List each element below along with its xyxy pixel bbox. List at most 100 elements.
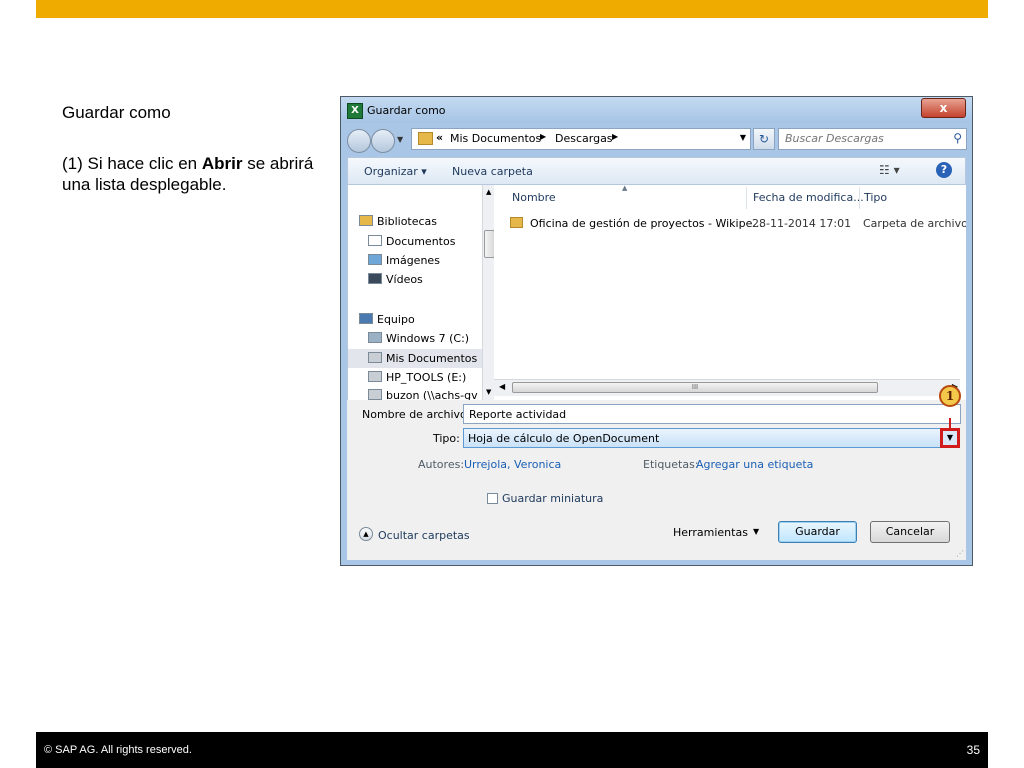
forward-button[interactable] bbox=[371, 129, 395, 153]
command-toolbar: Organizar ▾ Nueva carpeta ☷ ▾ ? bbox=[347, 157, 966, 185]
scroll-thumb[interactable]: III bbox=[512, 382, 878, 393]
search-icon[interactable]: ⚲ bbox=[953, 131, 962, 145]
video-icon bbox=[368, 273, 382, 284]
address-dropdown-icon[interactable]: ▼ bbox=[740, 133, 746, 142]
column-divider[interactable] bbox=[746, 187, 747, 209]
organize-button[interactable]: Organizar ▾ bbox=[364, 165, 427, 178]
folder-icon bbox=[418, 132, 433, 145]
step-callout-badge: 1 bbox=[939, 385, 961, 407]
copyright-text: © SAP AG. All rights reserved. bbox=[44, 744, 192, 756]
search-input[interactable] bbox=[779, 129, 945, 147]
address-bar[interactable]: « Mis Documentos ▶ Descargas ▶ ▼ bbox=[411, 128, 751, 150]
refresh-icon[interactable]: ↻ bbox=[753, 128, 775, 150]
address-row: ▼ « Mis Documentos ▶ Descargas ▶ ▼ ↻ ⚲ bbox=[341, 123, 972, 153]
filename-label: Nombre de archivo: bbox=[362, 408, 471, 421]
hide-folders-button[interactable]: Ocultar carpetas bbox=[378, 529, 470, 542]
note-prefix: (1) Si hace clic en bbox=[62, 154, 202, 173]
authors-label: Autores: bbox=[418, 458, 465, 471]
breadcrumb-descargas[interactable]: Descargas bbox=[555, 132, 613, 145]
nav-item-drive-c[interactable]: Windows 7 (C:) bbox=[368, 332, 469, 345]
document-icon bbox=[368, 235, 382, 246]
scroll-left-icon[interactable]: ◀ bbox=[499, 382, 505, 391]
pictures-icon bbox=[368, 254, 382, 265]
tags-add-link[interactable]: Agregar una etiqueta bbox=[696, 458, 813, 471]
network-drive-icon bbox=[368, 389, 382, 400]
nav-label: Imágenes bbox=[386, 254, 440, 267]
nav-item-images[interactable]: Imágenes bbox=[368, 254, 440, 267]
recent-pages-chevron-icon[interactable]: ▼ bbox=[397, 135, 403, 144]
nav-label: Bibliotecas bbox=[377, 215, 438, 228]
save-as-dialog: X Guardar como x ▼ « Mis Documentos ▶ De… bbox=[340, 96, 973, 566]
slide-title: Guardar como bbox=[62, 103, 171, 122]
filename-field[interactable] bbox=[463, 404, 961, 424]
excel-icon: X bbox=[347, 103, 363, 119]
change-view-button[interactable]: ☷ ▾ bbox=[879, 163, 900, 177]
nav-label: Documentos bbox=[386, 235, 456, 248]
nav-item-network[interactable]: buzon (\\achs-gv bbox=[368, 389, 478, 400]
drive-icon bbox=[368, 352, 382, 363]
tools-dropdown-icon[interactable]: ▼ bbox=[753, 527, 759, 536]
authors-value[interactable]: Urrejola, Veronica bbox=[464, 458, 561, 471]
horizontal-scrollbar[interactable]: ◀ III ▶ bbox=[494, 379, 960, 396]
file-type: Carpeta de archivos bbox=[863, 217, 966, 230]
thumbnail-checkbox[interactable] bbox=[487, 493, 498, 504]
back-button[interactable] bbox=[347, 129, 371, 153]
folder-icon bbox=[510, 217, 523, 228]
note-bold: Abrir bbox=[201, 154, 243, 173]
nav-vertical-scrollbar[interactable]: ▲ ▼ bbox=[482, 185, 494, 400]
thumbnail-label[interactable]: Guardar miniatura bbox=[502, 492, 603, 505]
tags-label: Etiquetas: bbox=[643, 458, 699, 471]
resize-grip-icon[interactable]: ⋰ bbox=[956, 549, 964, 558]
breadcrumb-mis-documentos[interactable]: Mis Documentos bbox=[450, 132, 541, 145]
scroll-down-icon[interactable]: ▼ bbox=[486, 388, 491, 396]
save-form: Nombre de archivo: Tipo: Hoja de cálculo… bbox=[347, 385, 966, 560]
sort-ascending-icon: ▲ bbox=[622, 185, 628, 192]
callout-connector bbox=[949, 418, 951, 428]
nav-item-documents[interactable]: Documentos bbox=[368, 235, 455, 248]
chevron-right-icon[interactable]: ▶ bbox=[540, 132, 546, 141]
computer-icon bbox=[359, 313, 373, 324]
nav-label: Equipo bbox=[377, 313, 415, 326]
dialog-title: Guardar como bbox=[367, 104, 446, 117]
nav-item-videos[interactable]: Vídeos bbox=[368, 273, 423, 286]
filename-input[interactable] bbox=[464, 405, 909, 423]
file-type-select[interactable]: Hoja de cálculo de OpenDocument bbox=[463, 428, 943, 448]
save-button[interactable]: Guardar bbox=[778, 521, 857, 543]
top-accent-bar bbox=[36, 0, 988, 18]
drive-icon bbox=[368, 332, 382, 343]
nav-label: HP_TOOLS (E:) bbox=[386, 371, 467, 384]
search-box[interactable]: ⚲ bbox=[778, 128, 967, 150]
column-header-type[interactable]: Tipo bbox=[864, 191, 887, 204]
file-list: ▲ Nombre Fecha de modifica... Tipo Ofici… bbox=[494, 185, 966, 400]
dialog-titlebar: X Guardar como x bbox=[341, 97, 972, 123]
nav-item-computer[interactable]: Equipo bbox=[359, 313, 415, 326]
file-row[interactable]: Oficina de gestión de proyectos - Wikipe… bbox=[510, 215, 966, 233]
cancel-button[interactable]: Cancelar bbox=[870, 521, 950, 543]
new-folder-button[interactable]: Nueva carpeta bbox=[452, 165, 533, 178]
close-button[interactable]: x bbox=[921, 98, 966, 118]
file-type-dropdown-arrow-icon[interactable]: ▼ bbox=[940, 428, 960, 448]
type-label: Tipo: bbox=[433, 432, 460, 445]
column-header-date[interactable]: Fecha de modifica... bbox=[753, 191, 864, 204]
nav-label: Windows 7 (C:) bbox=[386, 332, 470, 345]
nav-item-libraries[interactable]: Bibliotecas bbox=[359, 215, 437, 228]
file-name: Oficina de gestión de proyectos - Wikipe… bbox=[530, 217, 763, 230]
scroll-thumb[interactable] bbox=[484, 230, 494, 258]
nav-label: Vídeos bbox=[386, 273, 423, 286]
file-type-value: Hoja de cálculo de OpenDocument bbox=[468, 432, 660, 445]
scroll-up-icon[interactable]: ▲ bbox=[486, 188, 491, 196]
nav-item-drive-e[interactable]: HP_TOOLS (E:) bbox=[368, 371, 466, 384]
slide-instruction: (1) Si hace clic en Abrir se abrirá una … bbox=[62, 153, 322, 195]
column-divider[interactable] bbox=[859, 187, 860, 209]
collapse-up-icon[interactable]: ▲ bbox=[359, 527, 373, 541]
help-icon[interactable]: ? bbox=[936, 162, 952, 178]
nav-label: buzon (\\achs-gv bbox=[386, 389, 478, 400]
column-header-name[interactable]: Nombre bbox=[512, 191, 556, 204]
address-overflow[interactable]: « bbox=[436, 131, 443, 144]
tools-button[interactable]: Herramientas bbox=[673, 526, 748, 539]
page-number: 35 bbox=[966, 743, 980, 757]
chevron-right-icon[interactable]: ▶ bbox=[612, 132, 618, 141]
drive-icon bbox=[368, 371, 382, 382]
nav-item-my-documents[interactable]: Mis Documentos bbox=[348, 349, 482, 368]
navigation-pane: Bibliotecas Documentos Imágenes Vídeos E… bbox=[347, 185, 494, 400]
